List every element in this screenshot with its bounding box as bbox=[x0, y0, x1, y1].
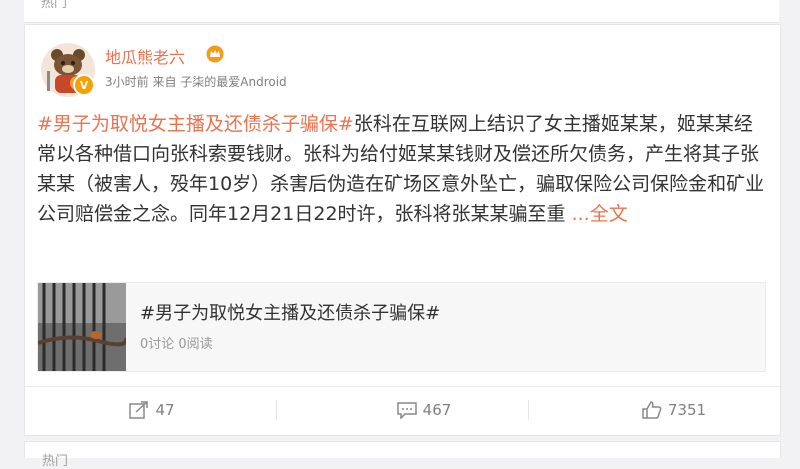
topic-card-title: #男子为取悦女主播及还债杀子骗保# bbox=[140, 303, 441, 324]
post-meta: 3小时前 来自 子柒的最爱Android bbox=[105, 75, 287, 89]
crown-icon[interactable] bbox=[206, 45, 224, 63]
previous-card-edge: 热门 bbox=[24, 0, 779, 23]
comment-icon bbox=[396, 401, 417, 419]
repost-button[interactable]: 47 bbox=[52, 387, 252, 432]
comment-count: 467 bbox=[422, 400, 452, 419]
topic-card[interactable]: #男子为取悦女主播及还债杀子骗保# 0讨论 0阅读 bbox=[37, 282, 766, 372]
divider bbox=[528, 400, 529, 420]
like-button[interactable]: 7351 bbox=[574, 387, 774, 432]
next-card-edge: 热门 bbox=[24, 441, 781, 469]
repost-count: 47 bbox=[155, 400, 175, 419]
comment-button[interactable]: 467 bbox=[324, 387, 524, 432]
topic-link[interactable]: #男子为取悦女主播及还债杀子骗保# bbox=[37, 113, 354, 135]
section-label: 热门 bbox=[41, 0, 68, 11]
like-count: 7351 bbox=[667, 400, 707, 419]
post-body: #男子为取悦女主播及还债杀子骗保#张科在互联网上结识了女主播姬某某，姬某某经常以… bbox=[37, 109, 767, 229]
post-author-name[interactable]: 地瓜熊老六 bbox=[105, 44, 185, 68]
expand-full-text-link[interactable]: ...全文 bbox=[572, 203, 628, 225]
topic-thumbnail bbox=[38, 283, 126, 371]
section-label: 热门 bbox=[42, 454, 69, 469]
divider bbox=[276, 400, 277, 420]
action-bar: 47 467 7351 bbox=[25, 386, 780, 432]
post-card: V 地瓜熊老六 3小时前 来自 子柒的最爱Android #男子为取悦女主播及还… bbox=[24, 24, 781, 436]
like-icon bbox=[642, 400, 662, 419]
repost-icon bbox=[129, 400, 149, 419]
verified-badge-icon: V bbox=[73, 74, 95, 96]
topic-card-stats: 0讨论 0阅读 bbox=[140, 337, 213, 352]
